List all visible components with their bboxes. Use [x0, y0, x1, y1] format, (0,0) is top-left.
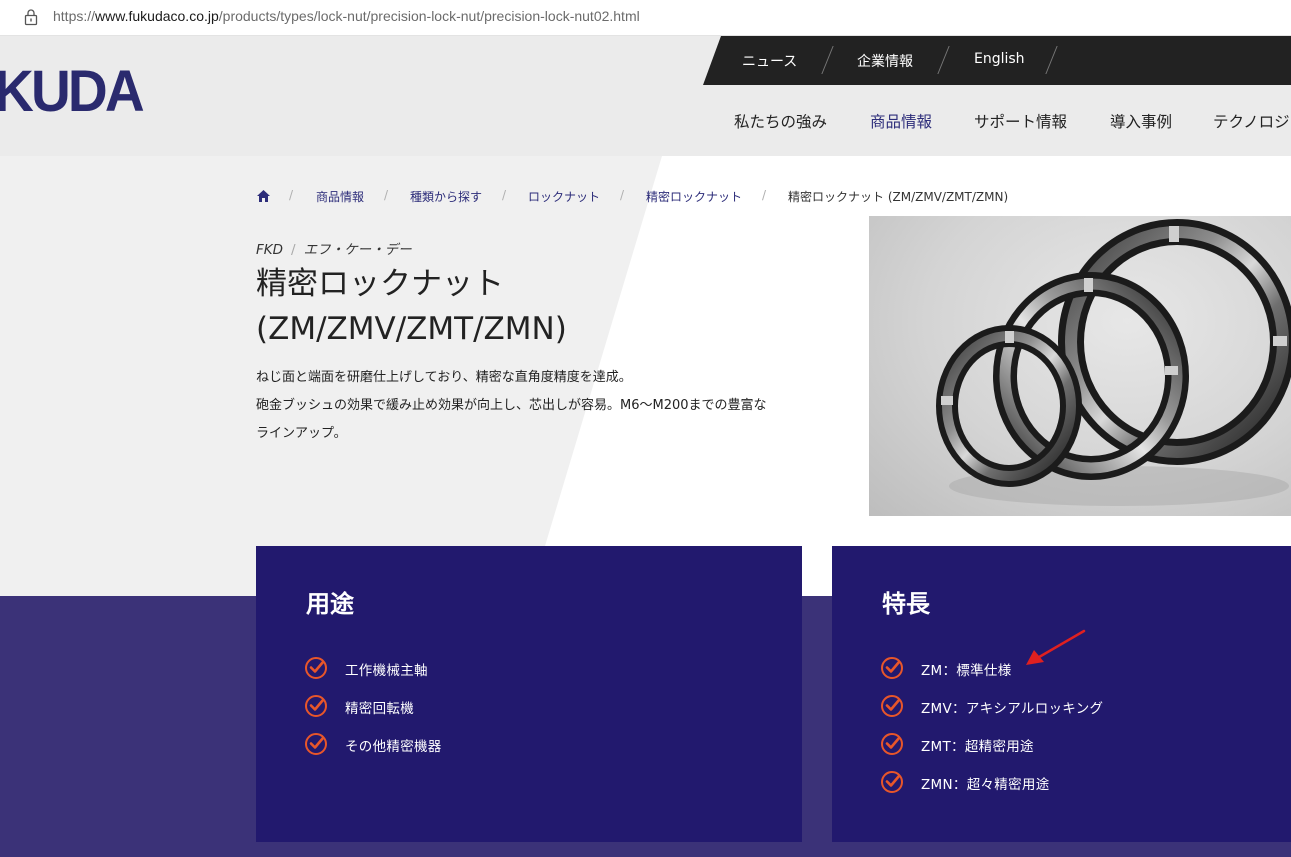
- use-item-label: 精密回転機: [345, 701, 414, 717]
- breadcrumb-separator: /: [289, 188, 294, 202]
- breadcrumb-separator: /: [384, 188, 389, 202]
- product-description: ねじ面と端面を研磨仕上げしており、精密な直角度精度を達成。 砲金ブッシュの効果で…: [256, 364, 816, 448]
- nav-item-cases[interactable]: 導入事例: [1110, 110, 1172, 132]
- feature-item-label: ZM：標準仕様: [921, 663, 1012, 679]
- use-item-label: 工作機械主軸: [345, 663, 428, 679]
- features-card: 特長 ZM：標準仕様 ZMV：アキシアルロッキング ZMT：超精密用途 ZMN：…: [832, 546, 1291, 842]
- description-line-3: ラインアップ。: [256, 426, 347, 441]
- site-header: KUDA ニュース 企業情報 English 私たちの強み 商品情報 サポート情…: [0, 36, 1291, 156]
- breadcrumb-by-type[interactable]: 種類から探す: [410, 188, 482, 205]
- feature-item-label: ZMV：アキシアルロッキング: [921, 701, 1104, 717]
- nav-item-support[interactable]: サポート情報: [974, 110, 1067, 132]
- nav-item-technology[interactable]: テクノロジ: [1213, 110, 1290, 132]
- breadcrumb-separator: /: [502, 188, 507, 202]
- breadcrumb-lock-nut[interactable]: ロックナット: [528, 188, 600, 205]
- lock-icon: [24, 9, 38, 26]
- lock-nut-illustration: [936, 219, 1291, 506]
- check-icon: [881, 733, 903, 755]
- divider: /: [291, 242, 296, 258]
- check-icon: [305, 695, 327, 717]
- breadcrumb-separator: /: [620, 188, 625, 202]
- check-icon: [305, 733, 327, 755]
- title-line-1: 精密ロックナット: [256, 266, 504, 302]
- breadcrumb-precision-lock-nut[interactable]: 精密ロックナット: [646, 188, 742, 205]
- feature-item-label: ZMN：超々精密用途: [921, 777, 1050, 793]
- uses-heading: 用途: [306, 590, 354, 618]
- top-link-company[interactable]: 企業情報: [857, 51, 913, 71]
- use-item-label: その他精密機器: [345, 739, 442, 755]
- breadcrumb-separator: /: [762, 188, 767, 202]
- url-path: /products/types/lock-nut/precision-lock-…: [218, 8, 640, 24]
- brand-name: FKD: [256, 242, 284, 258]
- brand-line: FKD / エフ・ケー・デー: [256, 238, 412, 258]
- top-link-english[interactable]: English: [974, 51, 1025, 67]
- check-icon: [881, 657, 903, 679]
- nav-item-strengths[interactable]: 私たちの強み: [734, 110, 827, 132]
- site-logo[interactable]: KUDA: [0, 58, 145, 125]
- home-icon[interactable]: [256, 189, 271, 203]
- url-text[interactable]: https://www.fukudaco.co.jp/products/type…: [53, 8, 640, 24]
- annotation-arrow-icon: [1026, 629, 1086, 665]
- feature-item-label: ZMT：超精密用途: [921, 739, 1034, 755]
- check-icon: [881, 695, 903, 717]
- utility-bar: ニュース 企業情報 English: [703, 36, 1291, 85]
- breadcrumb-current: 精密ロックナット (ZM/ZMV/ZMT/ZMN): [788, 190, 1009, 204]
- title-line-2: (ZM/ZMV/ZMT/ZMN): [256, 311, 567, 347]
- nav-item-products[interactable]: 商品情報: [870, 110, 932, 132]
- breadcrumb-products[interactable]: 商品情報: [316, 188, 364, 205]
- description-line-1: ねじ面と端面を研磨仕上げしており、精密な直角度精度を達成。: [256, 370, 632, 385]
- url-host: www.fukudaco.co.jp: [95, 8, 219, 24]
- features-heading: 特長: [882, 590, 930, 618]
- uses-card: 用途 工作機械主軸 精密回転機 その他精密機器: [256, 546, 802, 842]
- product-photo: [869, 216, 1291, 516]
- divider: [937, 46, 950, 74]
- browser-url-bar[interactable]: https://www.fukudaco.co.jp/products/type…: [0, 0, 1291, 36]
- url-prefix: https://: [53, 8, 96, 24]
- divider: [1045, 46, 1058, 74]
- page-title: 精密ロックナット (ZM/ZMV/ZMT/ZMN): [256, 262, 816, 352]
- check-icon: [305, 657, 327, 679]
- brand-kana: エフ・ケー・デー: [303, 242, 412, 258]
- divider: [821, 46, 834, 74]
- top-link-news[interactable]: ニュース: [742, 51, 797, 71]
- check-icon: [881, 771, 903, 793]
- description-line-2: 砲金ブッシュの効果で緩み止め効果が向上し、芯出しが容易。M6〜M200までの豊富…: [256, 398, 767, 413]
